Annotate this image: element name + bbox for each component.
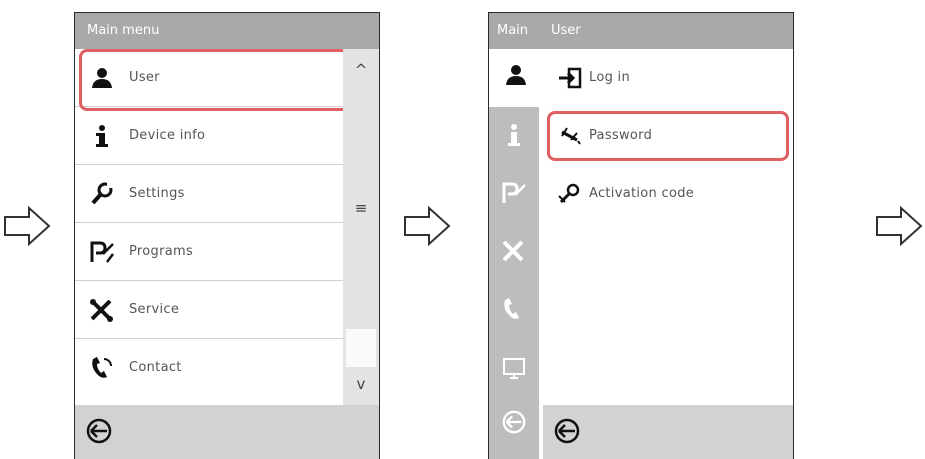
display-icon[interactable] (501, 355, 527, 381)
back-icon[interactable] (85, 417, 113, 445)
scroll-thumb[interactable] (346, 329, 376, 367)
back-icon[interactable] (553, 417, 581, 445)
breadcrumb-main[interactable]: Main (497, 23, 528, 38)
login-icon (559, 67, 582, 89)
programs-icon[interactable] (501, 181, 527, 207)
scroll-down-button[interactable]: v (343, 375, 379, 393)
menu-item-programs[interactable]: Programs (75, 223, 345, 281)
menu-item-label: Service (129, 302, 180, 317)
menu-item-label: Device info (129, 128, 206, 143)
info-icon (96, 125, 108, 147)
menu-item-contact[interactable]: Contact (75, 339, 345, 397)
scrollbar[interactable]: ^ ≡ v (343, 49, 379, 405)
activation-code-icon (558, 183, 580, 204)
scroll-up-button[interactable]: ^ (343, 61, 379, 79)
page-title: Main menu (87, 23, 160, 38)
info-icon[interactable] (501, 123, 527, 149)
scroll-handle-icon[interactable]: ≡ (343, 199, 379, 217)
main-menu-screen: Main menu User Device info Settings Prog… (74, 12, 380, 459)
highlight-frame (547, 111, 789, 161)
menu-item-service[interactable]: Service (75, 281, 345, 339)
right-arrow-icon (404, 206, 451, 246)
menu-item-label: Settings (129, 186, 185, 201)
highlight-frame (79, 49, 351, 111)
user-menu-header: Main User (489, 13, 793, 49)
right-arrow-icon (4, 206, 51, 246)
menu-item-label: Activation code (589, 186, 695, 201)
user-menu-screen: Main User Log in Password Activation cod… (488, 12, 794, 459)
right-arrow-icon (876, 206, 923, 246)
menu-item-activation-code[interactable]: Activation code (543, 165, 793, 223)
menu-item-label: Programs (129, 244, 194, 259)
menu-item-login[interactable]: Log in (543, 49, 793, 107)
menu-item-device-info[interactable]: Device info (75, 107, 345, 165)
menu-item-settings[interactable]: Settings (75, 165, 345, 223)
service-icon (90, 299, 113, 322)
contact-icon[interactable] (501, 297, 527, 323)
main-menu-header: Main menu (75, 13, 379, 49)
back-icon (502, 410, 526, 434)
programs-icon (90, 241, 114, 263)
menu-item-label: Log in (589, 70, 631, 85)
footer-bar (543, 405, 793, 459)
settings-icon (91, 182, 113, 205)
category-rail (489, 49, 543, 459)
menu-item-label: Contact (129, 360, 182, 375)
page-title: User (551, 23, 581, 38)
contact-icon (92, 357, 112, 378)
footer-bar (75, 405, 379, 459)
service-icon[interactable] (501, 239, 527, 265)
user-icon[interactable] (489, 49, 543, 107)
